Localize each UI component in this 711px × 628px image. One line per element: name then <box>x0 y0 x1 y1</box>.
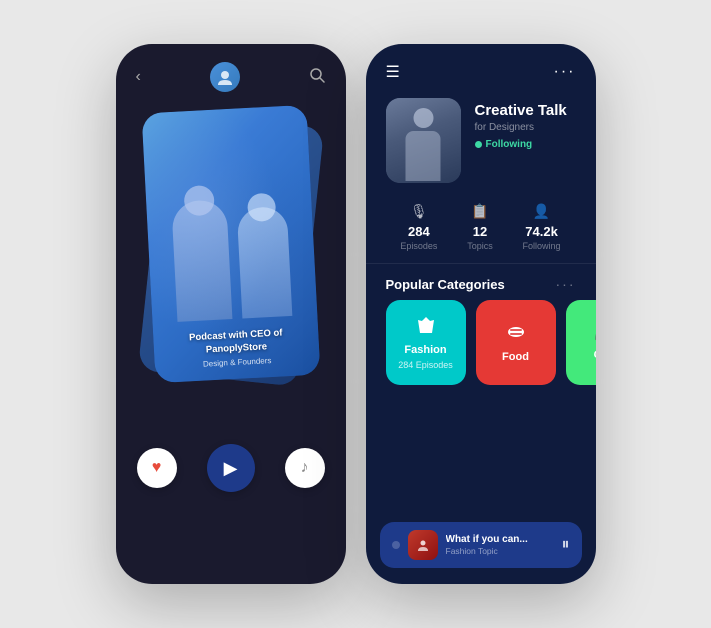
now-playing-bar[interactable]: What if you can... Fashion Topic ⏸ <box>380 522 582 568</box>
left-header: ‹ <box>116 44 346 104</box>
topics-count: 12 <box>473 224 487 239</box>
card-stack: Podcast with CEO of PanoplyStore Design … <box>136 104 326 424</box>
pause-button[interactable]: ⏸ <box>561 536 569 554</box>
gaming-icon: 🎮 <box>594 324 595 345</box>
fashion-icon <box>416 315 436 340</box>
music-icon: ♪ <box>301 459 309 477</box>
following-dot <box>475 141 482 148</box>
profile-photo <box>386 98 461 183</box>
play-icon: ▶ <box>224 458 238 479</box>
now-playing-title: What if you can... <box>446 534 554 545</box>
profile-figure <box>401 108 446 183</box>
fashion-name: Fashion <box>404 344 446 356</box>
play-button[interactable]: ▶ <box>207 444 255 492</box>
categories-more-button[interactable]: ··· <box>556 276 576 292</box>
stat-following: 👤 74.2k Following <box>523 203 561 251</box>
food-icon <box>506 322 526 347</box>
categories-title: Popular Categories <box>386 277 505 292</box>
categories-row: Fashion 284 Episodes Food 🎮 Ga... <box>366 300 596 385</box>
category-food[interactable]: Food <box>476 300 556 385</box>
food-name: Food <box>502 351 529 363</box>
favorite-button[interactable]: ♥ <box>137 448 177 488</box>
card-title: Podcast with CEO of PanoplyStore <box>161 326 311 358</box>
card-info: Podcast with CEO of PanoplyStore Design … <box>153 326 320 371</box>
progress-indicator <box>392 541 400 549</box>
left-phone: ‹ <box>116 44 346 584</box>
following-badge[interactable]: Following <box>475 139 576 150</box>
category-fashion[interactable]: Fashion 284 Episodes <box>386 300 466 385</box>
topics-icon: 📋 <box>471 203 488 220</box>
profile-name: Creative Talk <box>475 102 576 120</box>
following-count: 74.2k <box>525 224 558 239</box>
now-playing-thumbnail <box>408 530 438 560</box>
followers-icon: 👤 <box>533 203 550 220</box>
player-controls: ♥ ▶ ♪ <box>116 444 346 492</box>
profile-section: Creative Talk for Designers Following <box>366 90 596 195</box>
avatar[interactable] <box>210 62 240 92</box>
profile-handle: for Designers <box>475 122 576 133</box>
categories-header: Popular Categories ··· <box>366 264 596 300</box>
right-header: ☰ ··· <box>366 44 596 90</box>
menu-button[interactable]: ☰ <box>386 62 400 82</box>
mic-icon: 🎙 <box>410 203 428 220</box>
back-button[interactable]: ‹ <box>136 68 141 86</box>
now-playing-subtitle: Fashion Topic <box>446 546 554 556</box>
fashion-episodes: 284 Episodes <box>398 360 453 370</box>
more-options-button[interactable]: ··· <box>554 63 576 81</box>
category-gaming[interactable]: 🎮 Ga... <box>566 300 596 385</box>
topics-label: Topics <box>467 241 493 251</box>
search-icon[interactable] <box>309 67 325 88</box>
profile-info: Creative Talk for Designers Following <box>475 98 576 150</box>
following-label: Following <box>486 139 533 150</box>
now-playing-info: What if you can... Fashion Topic <box>446 534 554 556</box>
playlist-button[interactable]: ♪ <box>285 448 325 488</box>
following-stat-label: Following <box>523 241 561 251</box>
heart-icon: ♥ <box>152 459 162 477</box>
episodes-label: Episodes <box>400 241 437 251</box>
stats-row: 🎙 284 Episodes 📋 12 Topics 👤 74.2k Follo… <box>366 195 596 264</box>
right-phone: ☰ ··· Creative Talk for Designers Follow… <box>366 44 596 584</box>
stat-topics: 📋 12 Topics <box>467 203 493 251</box>
gaming-name: Ga... <box>594 349 596 361</box>
podcast-card-front[interactable]: Podcast with CEO of PanoplyStore Design … <box>141 105 320 383</box>
stat-episodes: 🎙 284 Episodes <box>400 203 437 251</box>
podcast-image <box>144 165 317 323</box>
episodes-count: 284 <box>408 224 430 239</box>
